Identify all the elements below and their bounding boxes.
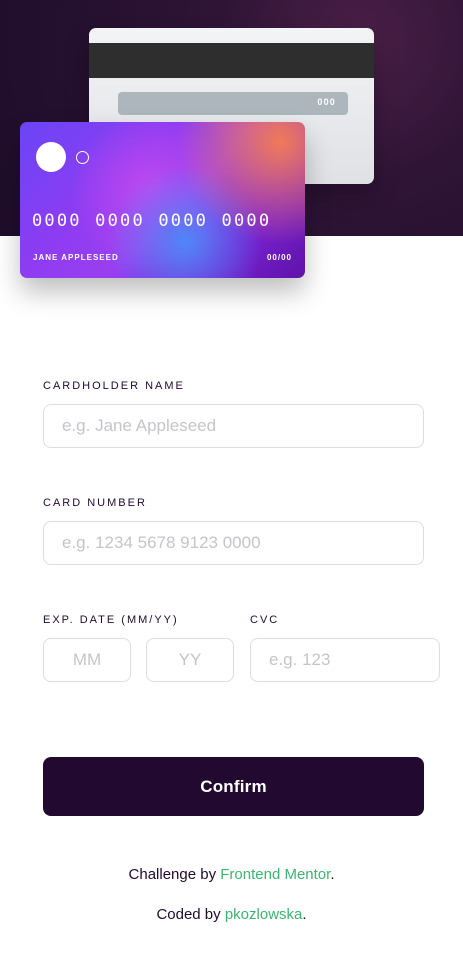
author-link[interactable]: pkozlowska [225,906,303,923]
signature-strip: 000 [118,92,348,115]
cvc-label: CVC [250,614,280,626]
expiry-month-input[interactable] [43,638,131,682]
challenge-credit-suffix: . [330,866,335,883]
magnetic-stripe [89,43,374,78]
card-front-name: JANE APPLESEED [33,253,119,262]
cardholder-name-label: CARDHOLDER NAME [43,380,185,392]
expiry-date-label: EXP. DATE (MM/YY) [43,614,179,626]
cvc-input[interactable] [250,638,440,682]
cardholder-name-input[interactable] [43,404,424,448]
confirm-button[interactable]: Confirm [43,757,424,816]
card-front-expiry: 00/00 [266,253,292,262]
coded-by-prefix: Coded by [156,906,225,923]
card-front: 0000 0000 0000 0000 JANE APPLESEED 00/00 [20,122,305,278]
challenge-credit-prefix: Challenge by [128,866,221,883]
expiry-year-input[interactable] [146,638,234,682]
card-front-number: 0000 0000 0000 0000 [32,211,272,231]
frontend-mentor-link[interactable]: Frontend Mentor [220,866,330,883]
coded-by-credit: Coded by pkozlowska. [0,906,463,923]
card-back-cvc: 000 [317,97,336,107]
card-logo-small-circle-icon [76,151,89,164]
card-number-input[interactable] [43,521,424,565]
challenge-credit: Challenge by Frontend Mentor. [0,866,463,883]
card-logo-large-circle-icon [36,142,66,172]
coded-by-suffix: . [302,906,307,923]
card-number-label: CARD NUMBER [43,497,147,509]
